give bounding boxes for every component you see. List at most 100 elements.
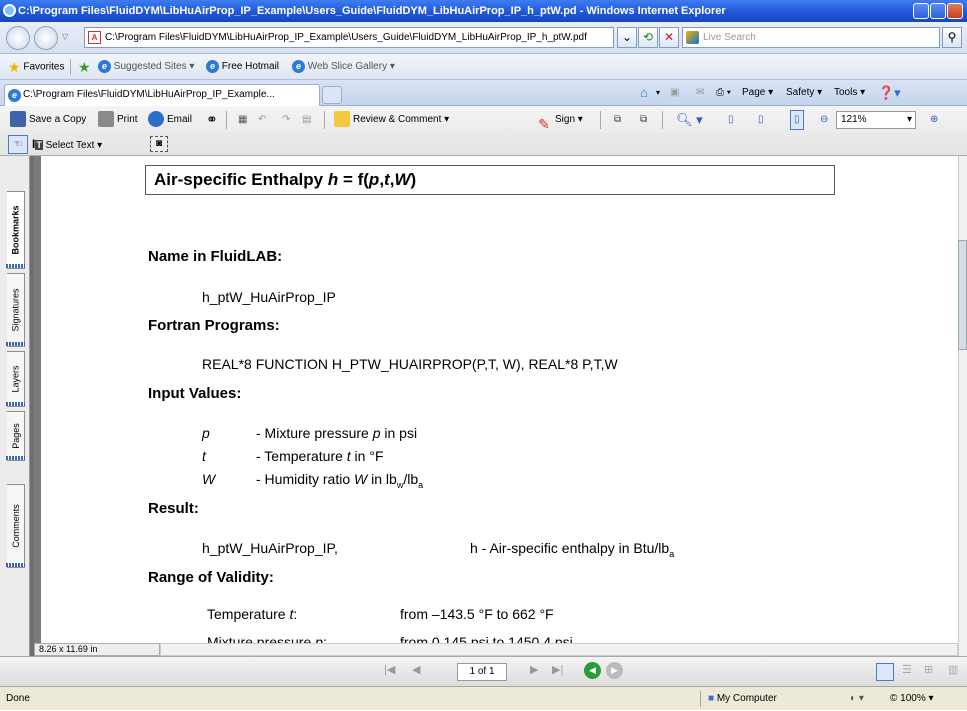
add-favorites-button[interactable]: ★ xyxy=(78,54,91,81)
input-desc-text: in °F xyxy=(350,448,384,464)
home-dropdown-icon[interactable]: ▾ xyxy=(656,80,660,106)
range-label-text: Mixture pressure xyxy=(207,634,316,643)
page-navigation-bar: |◀ ◀ 1 of 1 ▶ ▶| ◀ ▶ ☰ ⊞ ▥ xyxy=(0,656,967,686)
vertical-scrollbar[interactable] xyxy=(958,156,967,656)
address-dropdown-icon[interactable]: ⌄ xyxy=(617,27,637,48)
go-back-view-icon[interactable]: ◀ xyxy=(584,662,601,679)
snapshot-tool-icon[interactable]: ◙ xyxy=(150,136,168,152)
favorite-suggested-sites[interactable]: e Suggested Sites ▾ xyxy=(98,54,194,80)
input-symbol: t xyxy=(202,448,206,464)
zoom-level-select[interactable]: 121% ▾ xyxy=(836,111,916,129)
toolbar-separator xyxy=(600,111,601,129)
zoom-status[interactable]: © 100% ▾ xyxy=(890,687,934,711)
review-comment-button[interactable]: Review & Comment ▾ xyxy=(334,106,449,133)
close-button[interactable] xyxy=(947,3,963,19)
horizontal-scrollbar[interactable] xyxy=(160,643,958,656)
new-tab-button[interactable] xyxy=(322,86,342,104)
status-text: Done xyxy=(6,693,30,704)
pdf-file-icon: A xyxy=(88,31,101,44)
hand-tool-icon[interactable]: ☜ xyxy=(8,135,28,154)
insert-pages-icon[interactable]: ⧉ xyxy=(640,106,647,133)
help-icon[interactable]: ❓▾ xyxy=(878,80,901,106)
zoom-out-icon[interactable]: ⊖ xyxy=(820,106,828,133)
sign-label: Sign xyxy=(555,114,576,125)
favorite-web-slice-gallery[interactable]: e Web Slice Gallery ▾ xyxy=(292,54,395,80)
last-page-icon[interactable]: ▶| xyxy=(552,663,563,676)
forward-button[interactable] xyxy=(34,26,58,50)
first-page-icon[interactable]: |◀ xyxy=(384,663,395,676)
extract-pages-icon[interactable]: ⧉ xyxy=(614,106,621,133)
stop-icon[interactable]: ✕ xyxy=(659,27,679,48)
favorite-label: Web Slice Gallery ▾ xyxy=(307,61,395,72)
single-page-view-icon[interactable] xyxy=(876,663,894,681)
feeds-icon[interactable]: ▣ xyxy=(670,80,679,106)
title-text: = f( xyxy=(338,170,369,189)
tools-menu[interactable]: Tools ▾ xyxy=(834,80,865,106)
page-number-field[interactable]: 1 of 1 xyxy=(457,663,507,681)
tab-bookmarks[interactable]: Bookmarks xyxy=(6,191,25,269)
undo-icon[interactable]: ↶ xyxy=(258,106,266,133)
subscript: a xyxy=(418,479,424,490)
mail-icon[interactable]: ✉ xyxy=(696,80,704,106)
maximize-button[interactable] xyxy=(930,3,946,19)
history-dropdown-icon[interactable]: ▽ xyxy=(62,32,68,41)
select-text-label: Select Text xyxy=(45,140,95,151)
tab-signatures[interactable]: Signatures xyxy=(6,273,25,347)
fit-page-icon[interactable]: ▯ xyxy=(758,106,764,133)
facing-view-icon[interactable]: ⊞ xyxy=(924,663,933,676)
go-forward-view-icon[interactable]: ▶ xyxy=(606,662,623,679)
sign-button[interactable]: ✎ Sign ▾ xyxy=(536,106,583,133)
safety-menu[interactable]: Safety ▾ xyxy=(786,80,822,106)
copy-icon[interactable]: ▤ xyxy=(302,106,311,133)
vertical-scroll-thumb[interactable] xyxy=(958,240,967,350)
fortran-value: REAL*8 FUNCTION H_PTW_HUAIRPROP(P,T, W),… xyxy=(202,356,618,372)
tab-pages[interactable]: Pages xyxy=(6,411,25,461)
toolbar-separator xyxy=(226,111,227,129)
input-desc-text: /lb xyxy=(403,471,419,487)
print-label: Print xyxy=(117,114,138,125)
save-copy-button[interactable]: Save a Copy xyxy=(10,106,86,133)
home-icon[interactable]: ⌂ xyxy=(640,80,648,106)
toolbar-separator xyxy=(662,111,663,129)
print-icon[interactable]: ⎙ ▾ xyxy=(716,80,731,106)
input-desc-var: p xyxy=(372,425,381,441)
protected-mode-icon[interactable]: ◐ ▾ xyxy=(850,687,864,711)
input-symbol: p xyxy=(202,425,210,441)
page-menu[interactable]: Page ▾ xyxy=(742,80,773,106)
search-button[interactable]: ⚲ xyxy=(942,27,962,48)
actual-size-icon[interactable]: ▯ xyxy=(728,106,734,133)
navigation-panel-divider[interactable] xyxy=(30,156,34,656)
tab-layers[interactable]: Layers xyxy=(6,351,25,407)
search-input[interactable]: Live Search xyxy=(682,27,940,48)
select-text-tool[interactable]: IT Select Text ▾ xyxy=(32,133,102,157)
fit-width-icon[interactable]: ▯ xyxy=(790,110,804,130)
name-heading: Name in FluidLAB: xyxy=(148,248,283,265)
input-desc: - Temperature t in °F xyxy=(256,448,384,464)
favorite-label: Suggested Sites ▾ xyxy=(113,61,195,72)
browser-tab[interactable]: e C:\Program Files\FluidDYM\LibHuAirProp… xyxy=(4,84,320,106)
favorites-button[interactable]: ★ Favorites xyxy=(8,54,64,81)
pages-icon[interactable]: ▦ xyxy=(238,106,247,133)
redo-icon[interactable]: ↷ xyxy=(282,106,290,133)
save-copy-label: Save a Copy xyxy=(29,114,87,125)
minimize-button[interactable] xyxy=(913,3,929,19)
email-button[interactable]: Email xyxy=(148,106,192,133)
find-icon[interactable]: ⚭ xyxy=(206,106,218,133)
result-desc-text: h - Air-specific enthalpy in Btu/lb xyxy=(470,540,670,556)
tab-comments[interactable]: Comments xyxy=(6,484,25,568)
favorites-star-icon: ★ xyxy=(8,59,21,75)
review-label: Review & Comment xyxy=(353,114,442,125)
previous-page-icon[interactable]: ◀ xyxy=(412,663,420,676)
range-label-text: : xyxy=(322,634,327,643)
zoom-in-icon[interactable]: ⊕ xyxy=(930,106,938,133)
continuous-view-icon[interactable]: ☰ xyxy=(902,663,912,676)
print-button[interactable]: Print xyxy=(98,106,138,133)
zoom-tool-icon[interactable]: 🔍︎ ▾ xyxy=(676,106,703,133)
address-bar[interactable]: A C:\Program Files\FluidDYM\LibHuAirProp… xyxy=(84,27,614,48)
printer-icon xyxy=(98,111,114,128)
back-button[interactable] xyxy=(6,26,30,50)
refresh-icon[interactable]: ⟲ xyxy=(638,27,658,48)
favorite-free-hotmail[interactable]: e Free Hotmail xyxy=(206,54,279,80)
next-page-icon[interactable]: ▶ xyxy=(530,663,538,676)
continuous-facing-view-icon[interactable]: ▥ xyxy=(948,663,958,676)
